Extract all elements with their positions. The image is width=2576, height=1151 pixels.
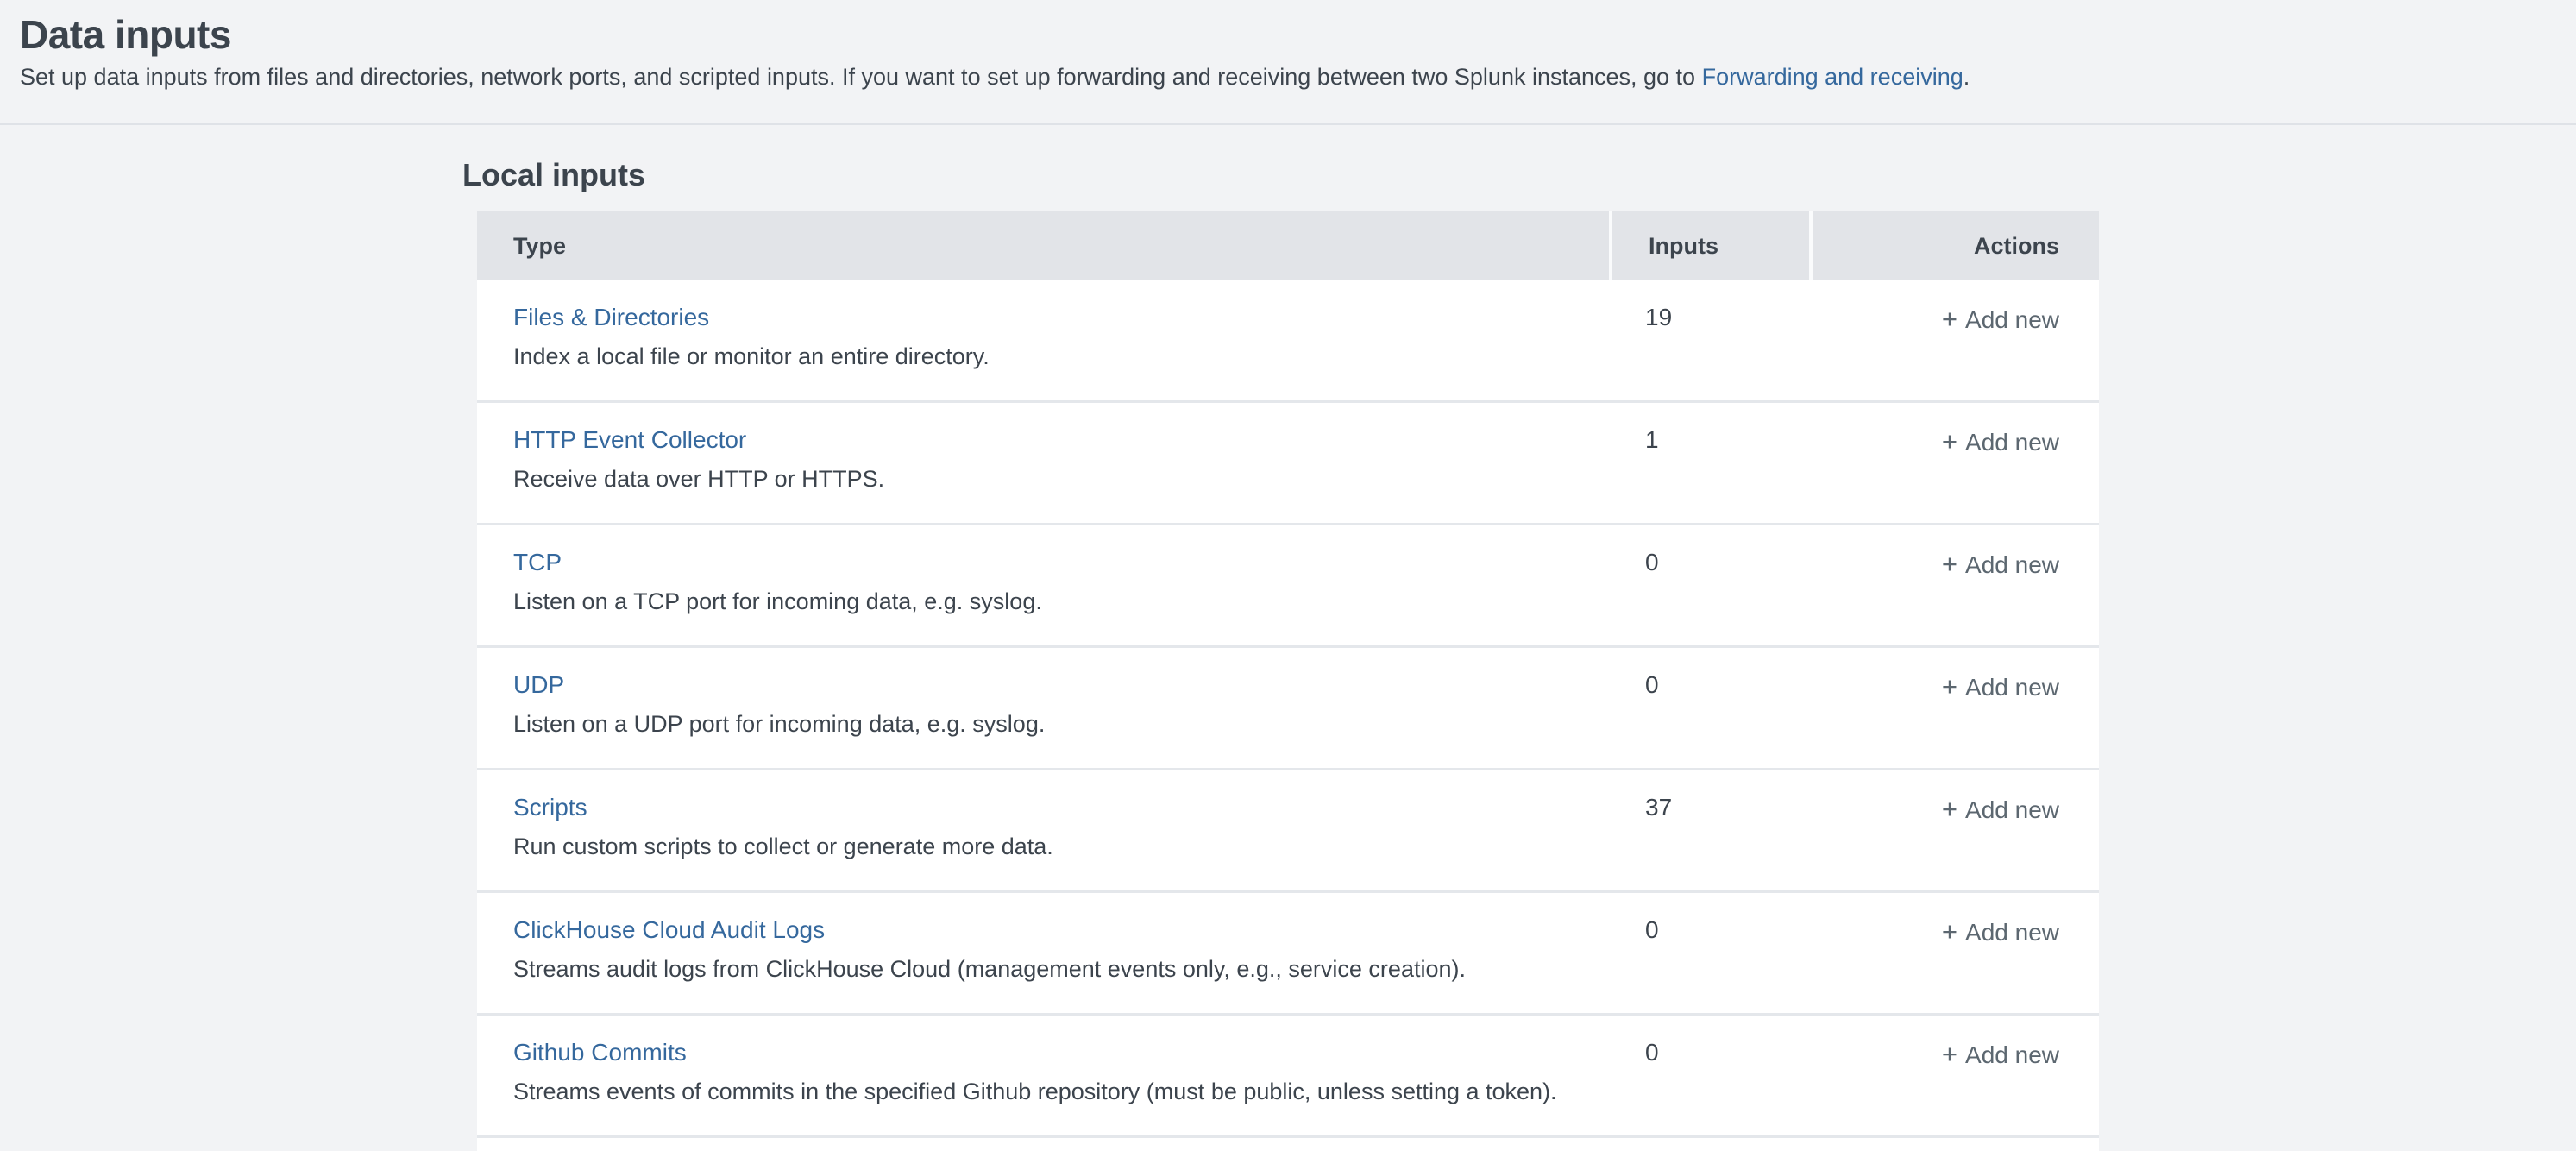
add-new-label: Add new bbox=[1965, 674, 2059, 701]
type-cell: HTTP Event Collector Receive data over H… bbox=[477, 403, 1609, 523]
inputs-count: 0 bbox=[1609, 893, 1809, 1013]
plus-icon: + bbox=[1942, 794, 1957, 824]
actions-cell: + Add new bbox=[1809, 403, 2099, 523]
table-row: Files & Directories Index a local file o… bbox=[477, 280, 2099, 403]
forwarding-and-receiving-link[interactable]: Forwarding and receiving bbox=[1702, 64, 1963, 90]
inputs-count: 0 bbox=[1609, 648, 1809, 768]
add-new-link[interactable]: + Add new bbox=[1942, 674, 2059, 701]
type-cell: TCP Listen on a TCP port for incoming da… bbox=[477, 525, 1609, 645]
table-row: Github Commits Streams events of commits… bbox=[477, 1016, 2099, 1138]
table-row: TCP Listen on a TCP port for incoming da… bbox=[477, 525, 2099, 648]
type-cell: UDP Listen on a UDP port for incoming da… bbox=[477, 648, 1609, 768]
column-header-inputs: Inputs bbox=[1609, 211, 1809, 280]
subtitle-text: Set up data inputs from files and direct… bbox=[20, 64, 1702, 90]
plus-icon: + bbox=[1942, 426, 1957, 456]
actions-cell: + Add new bbox=[1809, 648, 2099, 768]
table-row: UDP Listen on a UDP port for incoming da… bbox=[477, 648, 2099, 770]
column-header-actions: Actions bbox=[1809, 211, 2099, 280]
table-row: HTTP Event Collector Receive data over H… bbox=[477, 403, 2099, 525]
actions-cell: + Add new bbox=[1809, 525, 2099, 645]
table-header-row: Type Inputs Actions bbox=[477, 211, 2099, 280]
subtitle-period: . bbox=[1963, 64, 1970, 90]
table-row: Scripts Run custom scripts to collect or… bbox=[477, 770, 2099, 893]
input-type-link[interactable]: Scripts bbox=[513, 794, 587, 821]
table-row: ClickHouse Cloud Audit Logs Streams audi… bbox=[477, 893, 2099, 1016]
add-new-link[interactable]: + Add new bbox=[1942, 429, 2059, 456]
input-type-link[interactable]: HTTP Event Collector bbox=[513, 426, 746, 454]
input-type-link[interactable]: TCP bbox=[513, 549, 562, 576]
input-type-description: Listen on a UDP port for incoming data, … bbox=[513, 710, 1609, 738]
add-new-label: Add new bbox=[1965, 306, 2059, 333]
type-cell: ClickHouse Cloud Audit Logs Streams audi… bbox=[477, 893, 1609, 1013]
page-title: Data inputs bbox=[20, 12, 2576, 58]
add-new-link[interactable]: + Add new bbox=[1942, 306, 2059, 333]
inputs-count: 19 bbox=[1609, 280, 1809, 400]
plus-icon: + bbox=[1942, 916, 1957, 947]
actions-cell: + Add new bbox=[1809, 1016, 2099, 1135]
content-area: Local inputs Type Inputs Actions Files &… bbox=[0, 160, 2576, 1151]
type-cell: Scripts Run custom scripts to collect or… bbox=[477, 770, 1609, 890]
type-cell: Files & Directories Index a local file o… bbox=[477, 280, 1609, 400]
local-inputs-table: Type Inputs Actions Files & Directories … bbox=[477, 211, 2099, 1151]
add-new-label: Add new bbox=[1965, 796, 2059, 823]
table-body: Files & Directories Index a local file o… bbox=[477, 280, 2099, 1138]
actions-cell: + Add new bbox=[1809, 770, 2099, 890]
add-new-link[interactable]: + Add new bbox=[1942, 919, 2059, 946]
input-type-description: Streams events of commits in the specifi… bbox=[513, 1078, 1609, 1105]
add-new-link[interactable]: + Add new bbox=[1942, 796, 2059, 823]
add-new-label: Add new bbox=[1965, 551, 2059, 578]
plus-icon: + bbox=[1942, 1039, 1957, 1069]
input-type-link[interactable]: Github Commits bbox=[513, 1039, 687, 1066]
input-type-link[interactable]: UDP bbox=[513, 671, 564, 699]
input-type-description: Streams audit logs from ClickHouse Cloud… bbox=[513, 955, 1609, 983]
input-type-description: Listen on a TCP port for incoming data, … bbox=[513, 588, 1609, 615]
page-header: Data inputs Set up data inputs from file… bbox=[0, 0, 2576, 125]
inputs-count: 1 bbox=[1609, 403, 1809, 523]
add-new-link[interactable]: + Add new bbox=[1942, 551, 2059, 578]
inputs-count: 0 bbox=[1609, 1016, 1809, 1135]
page-subtitle: Set up data inputs from files and direct… bbox=[20, 63, 2576, 92]
input-type-description: Index a local file or monitor an entire … bbox=[513, 343, 1609, 370]
actions-cell: + Add new bbox=[1809, 893, 2099, 1013]
input-type-description: Receive data over HTTP or HTTPS. bbox=[513, 465, 1609, 493]
add-new-label: Add new bbox=[1965, 429, 2059, 456]
input-type-description: Run custom scripts to collect or generat… bbox=[513, 833, 1609, 860]
plus-icon: + bbox=[1942, 304, 1957, 334]
plus-icon: + bbox=[1942, 671, 1957, 701]
plus-icon: + bbox=[1942, 549, 1957, 579]
column-header-type: Type bbox=[477, 211, 1609, 280]
add-new-link[interactable]: + Add new bbox=[1942, 1041, 2059, 1068]
input-type-link[interactable]: ClickHouse Cloud Audit Logs bbox=[513, 916, 825, 944]
input-type-link[interactable]: Files & Directories bbox=[513, 304, 709, 331]
actions-cell: + Add new bbox=[1809, 280, 2099, 400]
inputs-count: 37 bbox=[1609, 770, 1809, 890]
inputs-count: 0 bbox=[1609, 525, 1809, 645]
partial-next-row bbox=[477, 1138, 2099, 1151]
add-new-label: Add new bbox=[1965, 1041, 2059, 1068]
add-new-label: Add new bbox=[1965, 919, 2059, 946]
section-heading-local-inputs: Local inputs bbox=[462, 160, 2576, 191]
type-cell: Github Commits Streams events of commits… bbox=[477, 1016, 1609, 1135]
